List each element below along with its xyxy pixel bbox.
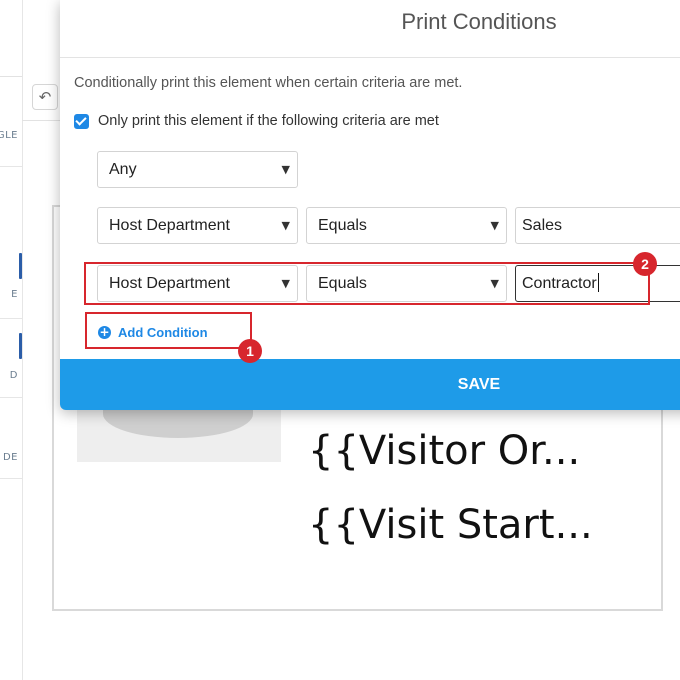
tool-divider <box>0 166 22 167</box>
tool-divider <box>0 397 22 398</box>
save-label: SAVE <box>457 376 501 393</box>
title-divider <box>60 57 680 58</box>
condition-1-value-input[interactable]: Sales <box>515 207 680 244</box>
tool-label: DE <box>2 452 18 463</box>
tool-field[interactable]: D <box>0 325 22 385</box>
chevron-down-icon: ▼ <box>490 219 499 232</box>
step-badge-2: 2 <box>633 252 657 276</box>
condition-1-field-select[interactable]: Host Department ▼ <box>97 207 298 244</box>
highlight-box-condition-row <box>84 262 650 305</box>
condition-operator-value: Equals <box>318 217 367 234</box>
match-any-select[interactable]: Any ▼ <box>97 151 298 188</box>
panel-divider <box>0 76 22 77</box>
tool-rectangle[interactable]: GLE <box>0 120 22 160</box>
save-button[interactable]: SAVE <box>60 359 680 410</box>
canvas-text-visitor-org[interactable]: {{Visitor Or... <box>308 428 580 474</box>
modal-title: Print Conditions <box>401 9 557 34</box>
only-print-option[interactable]: Only print this element if the following… <box>74 111 439 131</box>
field-tool-icon <box>19 333 22 359</box>
tool-divider <box>0 318 22 319</box>
highlight-box-add-condition <box>85 312 252 349</box>
condition-value-text: Sales <box>522 217 563 234</box>
tool-label: D <box>9 370 18 381</box>
chevron-down-icon: ▼ <box>281 219 290 232</box>
image-tool-icon <box>19 253 22 279</box>
toolbar-divider <box>22 120 62 121</box>
condition-1-operator-select[interactable]: Equals ▼ <box>306 207 507 244</box>
tool-barcode[interactable]: DE <box>0 440 22 480</box>
left-panel-border <box>22 0 23 680</box>
only-print-checkbox[interactable] <box>74 113 89 129</box>
tool-label: E <box>11 289 18 300</box>
tool-image[interactable]: E <box>0 245 22 305</box>
tool-label: GLE <box>0 130 18 141</box>
undo-icon[interactable]: ↶ <box>32 84 58 110</box>
modal-description: Conditionally print this element when ce… <box>74 75 463 91</box>
only-print-label: Only print this element if the following… <box>98 113 439 129</box>
chevron-down-icon: ▼ <box>281 163 290 176</box>
condition-field-value: Host Department <box>109 217 230 234</box>
match-any-value: Any <box>109 161 137 178</box>
canvas-text-visit-start[interactable]: {{Visit Start... <box>308 502 593 548</box>
step-badge-1: 1 <box>238 339 262 363</box>
tool-divider <box>0 478 22 479</box>
